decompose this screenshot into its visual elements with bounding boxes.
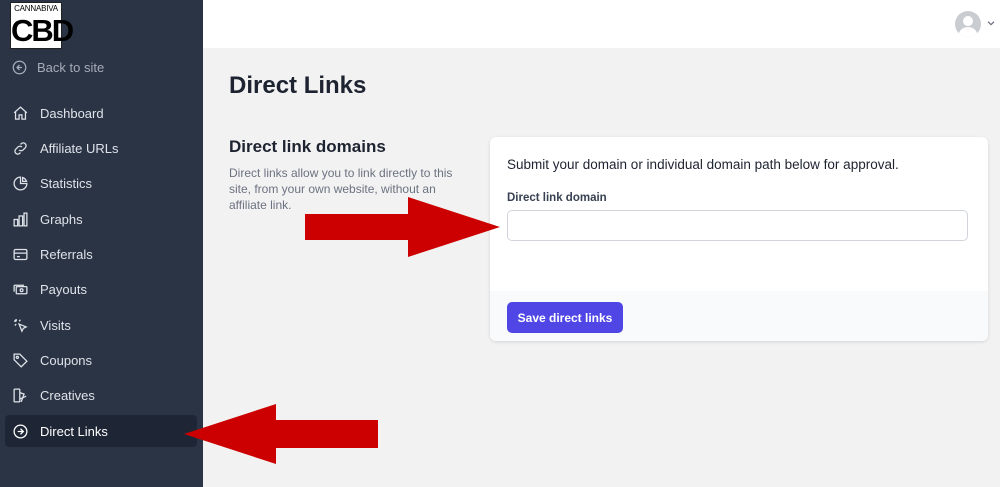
cursor-click-icon <box>14 318 28 333</box>
page-title: Direct Links <box>229 72 367 99</box>
arrow-circle-right-icon <box>13 423 28 439</box>
sidebar-item-label: Affiliate URLs <box>40 140 119 156</box>
sidebar-item-affiliate-urls[interactable]: Affiliate URLs <box>5 132 197 164</box>
arrow-circle-left-icon <box>12 60 27 75</box>
direct-link-domain-input[interactable] <box>507 210 968 241</box>
sidebar-item-referrals[interactable]: Referrals <box>5 238 197 270</box>
sidebar-item-coupons[interactable]: Coupons <box>5 344 197 376</box>
sidebar-item-dashboard[interactable]: Dashboard <box>5 97 197 129</box>
sidebar-item-direct-links[interactable]: Direct Links <box>5 415 197 447</box>
bar-chart-icon <box>13 211 28 227</box>
annotation-arrow-icon <box>305 197 500 257</box>
shapes-icon <box>13 387 27 403</box>
home-icon <box>13 105 28 120</box>
sidebar: CANNABIVA CBD Back to site Dashboard Aff… <box>0 0 203 487</box>
logo-cbd-text: CBD <box>11 13 74 48</box>
user-avatar[interactable] <box>955 11 981 37</box>
sidebar-item-label: Creatives <box>40 387 95 403</box>
pie-chart-icon <box>13 175 28 191</box>
sidebar-item-label: Coupons <box>40 352 93 368</box>
sidebar-item-label: Dashboard <box>40 105 104 121</box>
sidebar-item-visits[interactable]: Visits <box>5 309 197 341</box>
sidebar-item-graphs[interactable]: Graphs <box>5 203 197 235</box>
logo-brand-text: CANNABIVA <box>14 4 58 13</box>
sidebar-item-label: Visits <box>40 317 71 333</box>
direct-link-domain-label: Direct link domain <box>507 192 607 204</box>
site-logo[interactable]: CANNABIVA CBD <box>10 2 74 49</box>
sidebar-item-label: Statistics <box>40 175 93 191</box>
sidebar-item-label: Direct Links <box>40 423 108 439</box>
save-direct-links-button[interactable]: Save direct links <box>507 302 623 333</box>
section-title: Direct link domains <box>229 137 386 156</box>
top-header <box>203 0 1000 48</box>
link-icon <box>14 141 27 155</box>
annotation-arrow-icon <box>184 404 378 464</box>
sidebar-item-payouts[interactable]: Payouts <box>5 273 197 305</box>
sidebar-item-statistics[interactable]: Statistics <box>5 167 197 199</box>
credit-card-icon <box>13 248 28 260</box>
sidebar-item-creatives[interactable]: Creatives <box>5 379 197 411</box>
card-instructions: Submit your domain or individual domain … <box>507 157 899 172</box>
back-to-site-label: Back to site <box>37 60 105 75</box>
cash-icon <box>13 284 28 294</box>
tag-icon <box>13 352 28 368</box>
sidebar-item-label: Referrals <box>40 246 93 262</box>
back-to-site-link[interactable]: Back to site <box>12 60 104 75</box>
sidebar-item-label: Payouts <box>40 281 87 297</box>
sidebar-item-label: Graphs <box>40 211 83 227</box>
chevron-down-icon[interactable] <box>986 18 996 28</box>
